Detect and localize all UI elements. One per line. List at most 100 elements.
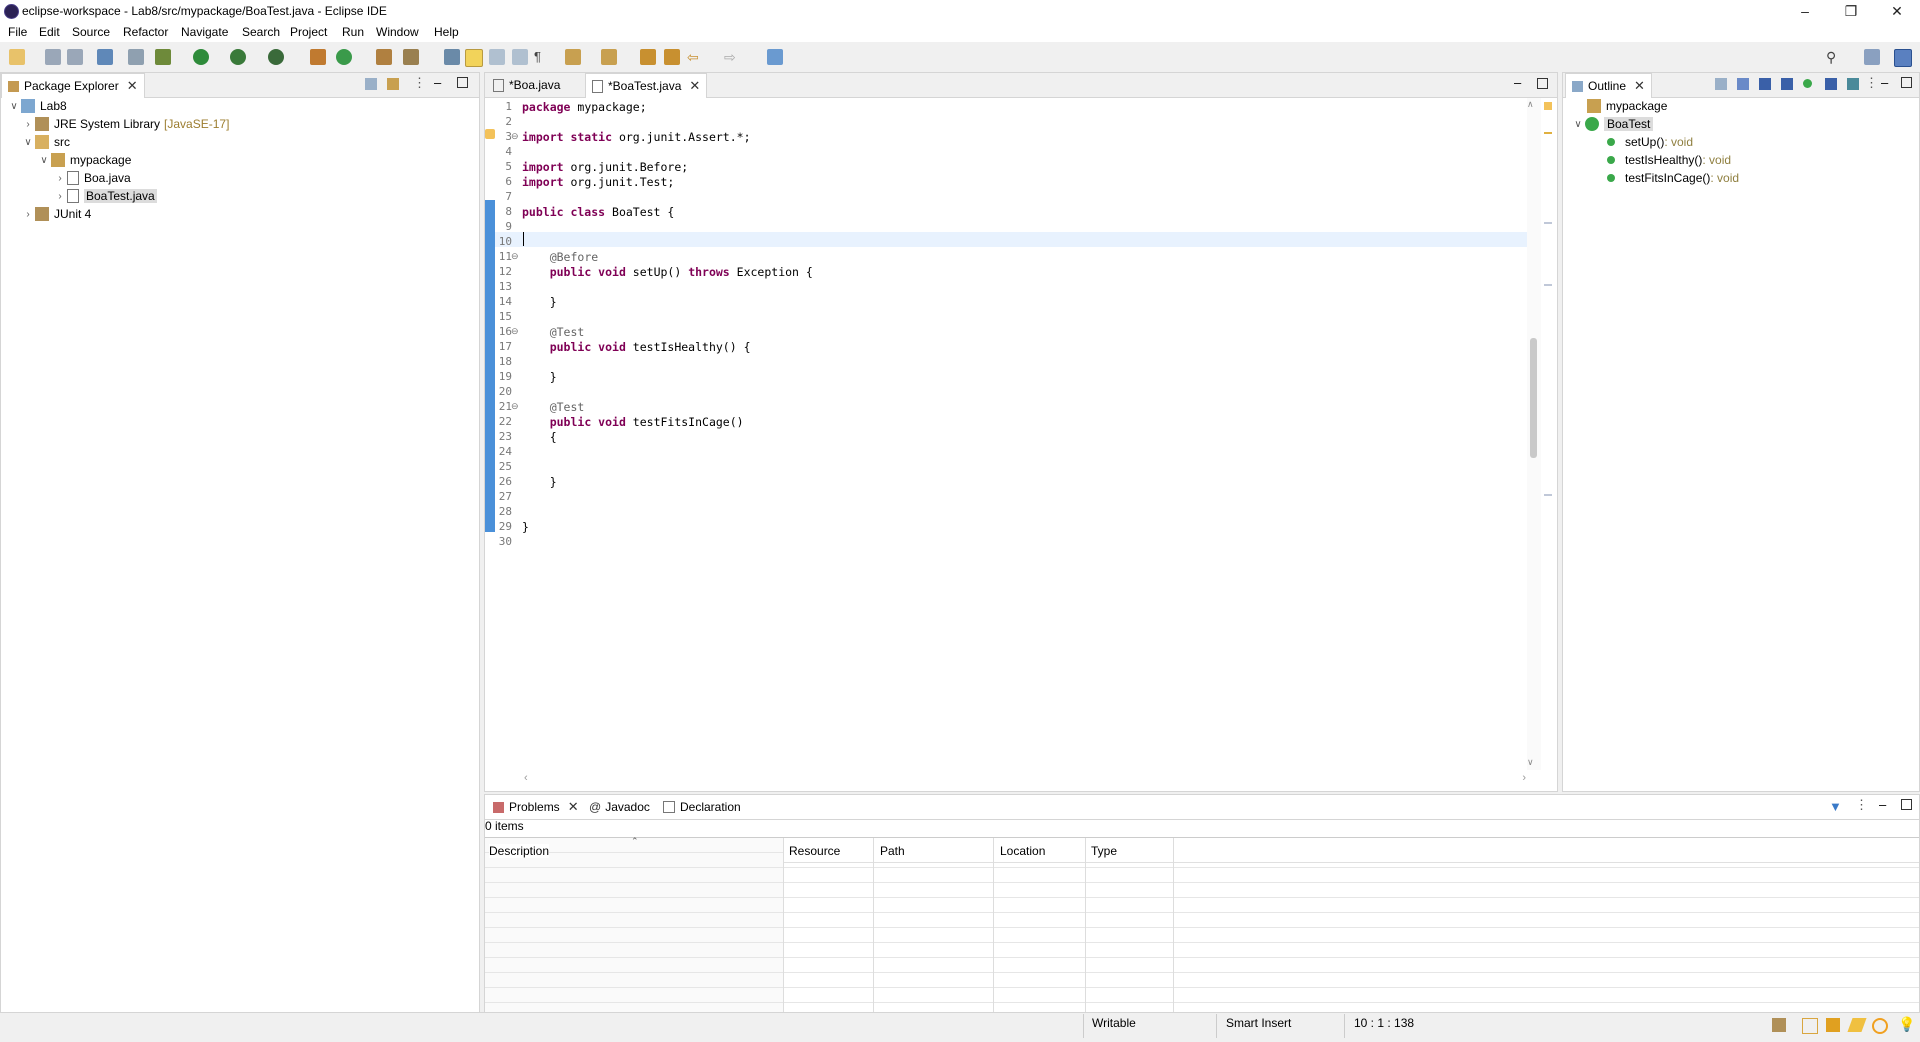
back-icon[interactable]: ⇦	[687, 49, 703, 65]
tab-declaration[interactable]: Declaration	[657, 795, 747, 819]
save-all-icon[interactable]	[67, 49, 83, 65]
annotation-marker[interactable]	[1544, 494, 1552, 496]
tree-item-jre[interactable]: › JRE System Library [JavaSE-17]	[21, 115, 229, 133]
code-line[interactable]: public class BoaTest {	[522, 205, 674, 219]
code-line[interactable]: package mypackage;	[522, 100, 647, 114]
annotation-marker[interactable]	[1544, 284, 1552, 286]
chevron-down-icon[interactable]: ∨	[7, 101, 21, 112]
chevron-right-icon[interactable]: ›	[21, 119, 35, 130]
previous-annotation-icon[interactable]	[601, 49, 617, 65]
code-line[interactable]: @Test	[522, 400, 585, 414]
code-line[interactable]: {	[522, 430, 557, 444]
tutorial-icon[interactable]	[1826, 1018, 1840, 1032]
chevron-right-icon[interactable]: ›	[21, 209, 35, 220]
chevron-down-icon[interactable]: ∨	[21, 137, 35, 148]
next-annotation-icon[interactable]	[565, 49, 581, 65]
tree-item-src[interactable]: ∨ src	[21, 133, 70, 151]
code-line[interactable]: public void setUp() throws Exception {	[522, 265, 813, 279]
code-line[interactable]: import org.junit.Before;	[522, 160, 688, 174]
fold-collapse-icon[interactable]: ⊖	[511, 251, 519, 262]
code-line[interactable]: }	[522, 370, 557, 384]
warning-marker[interactable]	[1544, 102, 1552, 110]
maximize-view-icon[interactable]	[1901, 77, 1912, 88]
code-line[interactable]: @Test	[522, 325, 585, 339]
menu-source[interactable]: Source	[72, 25, 110, 39]
chevron-right-icon[interactable]: ›	[53, 191, 67, 202]
close-icon[interactable]: ✕	[568, 799, 579, 815]
outline-item-class[interactable]: ∨ BoaTest	[1571, 115, 1654, 133]
outline-item-method[interactable]: testIsHealthy() : void	[1607, 151, 1731, 169]
status-insert-mode[interactable]: Smart Insert	[1226, 1016, 1291, 1030]
toggle-breadcrumb-icon[interactable]	[444, 49, 460, 65]
tab-outline[interactable]: Outline ✕	[1565, 73, 1652, 98]
tree-item-boatest-java[interactable]: › BoaTest.java	[53, 187, 157, 205]
tab-boatest-java[interactable]: *BoaTest.java ✕	[585, 73, 708, 98]
pin-editor-icon[interactable]	[767, 49, 783, 65]
hide-static-icon[interactable]	[1781, 78, 1793, 90]
java-perspective-icon[interactable]	[1894, 49, 1912, 67]
chevron-down-icon[interactable]: ∨	[1571, 119, 1585, 130]
column-resource[interactable]: Resource	[789, 844, 841, 858]
minimize-view-icon[interactable]: –	[1514, 75, 1521, 90]
updates-icon[interactable]	[1872, 1018, 1888, 1034]
menu-window[interactable]: Window	[376, 25, 419, 39]
outline-item-method[interactable]: testFitsInCage() : void	[1607, 169, 1739, 187]
hide-local-types-icon[interactable]	[1825, 78, 1837, 90]
horizontal-scrollbar[interactable]: ‹ ›	[520, 772, 1526, 786]
coverage-icon[interactable]	[230, 49, 246, 65]
code-line[interactable]: }	[522, 520, 529, 534]
warning-marker[interactable]	[1544, 132, 1552, 134]
show-whitespace-icon[interactable]	[512, 49, 528, 65]
sort-icon[interactable]	[1737, 78, 1749, 90]
maximize-view-icon[interactable]	[1537, 78, 1548, 89]
collapse-all-icon[interactable]	[1715, 78, 1727, 90]
scroll-up-icon[interactable]: ∧	[1527, 99, 1534, 110]
block-selection-icon[interactable]	[489, 49, 505, 65]
overview-ruler[interactable]	[1542, 98, 1554, 770]
code-line[interactable]: }	[522, 475, 557, 489]
tree-item-boa-java[interactable]: › Boa.java	[53, 169, 131, 187]
book-icon[interactable]	[1802, 1018, 1818, 1034]
close-icon[interactable]: ✕	[1634, 78, 1645, 94]
new-icon[interactable]	[9, 49, 25, 65]
external-tools-icon[interactable]	[268, 49, 284, 65]
open-perspective-icon[interactable]	[1864, 49, 1880, 65]
scroll-thumb[interactable]	[1530, 338, 1537, 458]
tree-item-mypackage[interactable]: ∨ mypackage	[37, 151, 131, 169]
forward-edit-icon[interactable]	[664, 49, 680, 65]
fold-collapse-icon[interactable]: ⊖	[511, 326, 519, 337]
debug-icon[interactable]	[155, 49, 171, 65]
close-icon[interactable]: ✕	[127, 78, 138, 94]
link-with-editor-icon[interactable]	[1847, 78, 1859, 90]
outline-item-method[interactable]: setUp() : void	[1607, 133, 1693, 151]
view-menu-icon[interactable]: ⋮	[1855, 797, 1868, 813]
close-window-button[interactable]: ✕	[1874, 0, 1920, 22]
open-type-icon[interactable]	[376, 49, 392, 65]
vertical-scrollbar[interactable]: ∧ ∨	[1527, 98, 1541, 770]
fold-collapse-icon[interactable]: ⊖	[511, 401, 519, 412]
pilcrow-icon[interactable]: ¶	[534, 49, 550, 65]
column-description[interactable]: Description	[489, 844, 550, 858]
column-location[interactable]: Location	[1000, 844, 1046, 858]
menu-search[interactable]: Search	[242, 25, 280, 39]
tree-item-junit4[interactable]: › JUnit 4	[21, 205, 91, 223]
view-menu-icon[interactable]: ⋮	[413, 75, 426, 91]
tip-bulb-icon[interactable]: 💡	[1898, 1016, 1915, 1033]
restore-button[interactable]: ❐	[1828, 0, 1874, 22]
terminal-icon[interactable]	[97, 49, 113, 65]
column-path[interactable]: Path	[880, 844, 905, 858]
save-icon[interactable]	[45, 49, 61, 65]
tree-item-lab8[interactable]: ∨ Lab8	[7, 97, 67, 115]
search-icon[interactable]: ⚲	[1826, 49, 1842, 65]
code-line[interactable]: public void testIsHealthy() {	[522, 340, 751, 354]
scroll-right-icon[interactable]: ›	[1522, 772, 1526, 784]
forward-icon[interactable]: ⇨	[724, 49, 740, 65]
menu-navigate[interactable]: Navigate	[181, 25, 228, 39]
code-line[interactable]: import org.junit.Test;	[522, 175, 674, 189]
code-line[interactable]: import static org.junit.Assert.*;	[522, 130, 751, 144]
minimize-view-icon[interactable]: –	[1879, 797, 1886, 812]
tab-javadoc[interactable]: @ Javadoc	[583, 795, 656, 819]
chevron-down-icon[interactable]: ∨	[37, 155, 51, 166]
maximize-view-icon[interactable]	[457, 77, 468, 88]
annotation-marker[interactable]	[1544, 222, 1552, 224]
